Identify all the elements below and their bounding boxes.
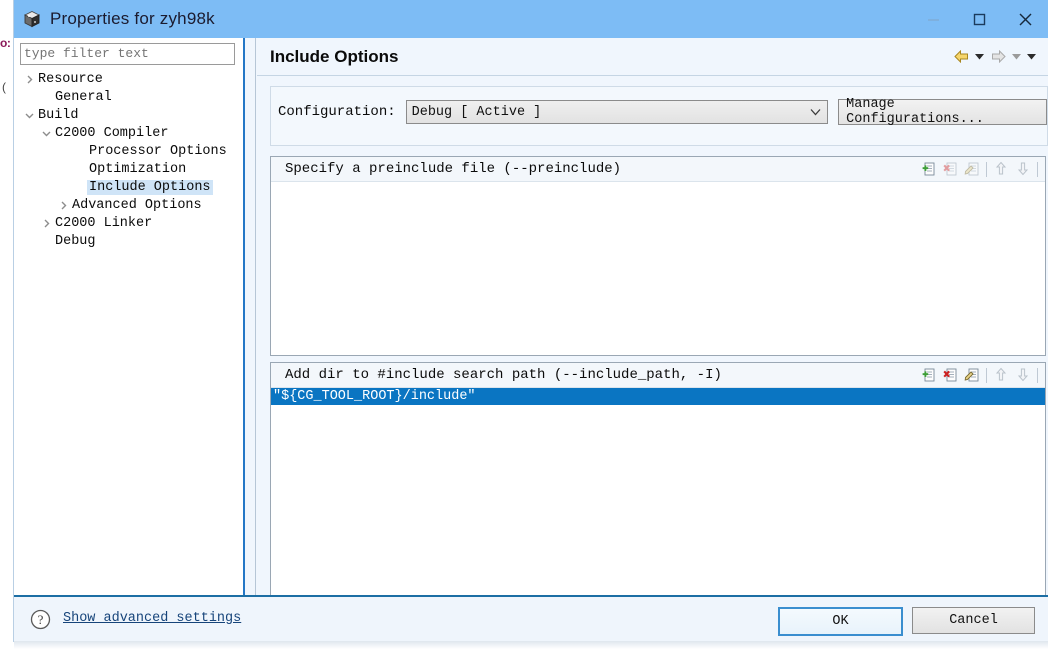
page-nav-icons: [951, 38, 1038, 75]
move-down-icon: [1013, 365, 1033, 385]
minimize-icon[interactable]: [910, 0, 956, 38]
cancel-button[interactable]: Cancel: [912, 607, 1035, 634]
sidebar-item-general[interactable]: General: [14, 88, 243, 106]
pane-sash[interactable]: [243, 38, 257, 597]
include-path-header: Add dir to #include search path (--inclu…: [271, 363, 1045, 388]
chevron-right-icon[interactable]: [22, 75, 36, 84]
manage-configurations-button[interactable]: Manage Configurations...: [838, 97, 1047, 127]
forward-dropdown-caret-down-icon: [1010, 46, 1023, 68]
delete-icon: [940, 159, 960, 179]
sidebar-item-label: Include Options: [87, 179, 213, 195]
page-menu-caret-down-icon[interactable]: [1025, 46, 1038, 68]
dialog-footer: ? Show advanced settings OK Cancel: [14, 595, 1048, 641]
window-title: Properties for zyh98k: [50, 9, 215, 28]
configuration-label: Configuration:: [278, 104, 396, 120]
sidebar-item-c2000-compiler[interactable]: C2000 Compiler: [14, 124, 243, 142]
svg-text:?: ?: [37, 612, 43, 627]
toolbar-separator: [986, 161, 987, 177]
preinclude-list[interactable]: [271, 182, 1045, 355]
edit-icon: [962, 159, 982, 179]
sidebar-item-label: General: [55, 89, 112, 105]
sidebar-item-label: C2000 Linker: [55, 215, 153, 231]
sidebar-item-label: Resource: [38, 71, 103, 87]
background-text-2: (: [2, 80, 6, 94]
chevron-right-icon[interactable]: [56, 201, 70, 210]
move-up-icon: [991, 159, 1011, 179]
background-text-1: o:: [0, 36, 11, 50]
screen: o: ( Properties for zyh98k type filter t…: [0, 0, 1048, 649]
configuration-group: Configuration: Debug [ Active ] Manage C…: [270, 86, 1048, 146]
chevron-down-icon[interactable]: [22, 111, 36, 120]
sidebar-item-label: Debug: [55, 233, 96, 249]
back-arrow-icon[interactable]: [951, 46, 971, 68]
content-pane: Include Options Configuration: Debug [A…: [257, 38, 1048, 618]
close-icon[interactable]: [1002, 0, 1048, 38]
forward-arrow-icon: [988, 46, 1008, 68]
configuration-select[interactable]: Debug [ Active ]: [405, 100, 829, 124]
toolbar-separator: [986, 367, 987, 383]
sash-line-secondary: [255, 38, 256, 597]
sidebar-item-label: C2000 Compiler: [55, 125, 169, 141]
add-icon[interactable]: [918, 365, 938, 385]
include-path-header-label: Add dir to #include search path (--inclu…: [285, 367, 722, 383]
sidebar-item-c2000-linker[interactable]: C2000 Linker: [14, 214, 243, 232]
sidebar-item-processor-options[interactable]: Processor Options: [14, 142, 243, 160]
toolbar-separator: [1037, 367, 1038, 383]
sidebar-item-optimization[interactable]: Optimization: [14, 160, 243, 178]
include-path-section: Add dir to #include search path (--inclu…: [270, 362, 1046, 618]
toolbar-separator: [1037, 161, 1038, 177]
settings-tree-pane: Resource General Build C2000 Compiler Proces…: [14, 38, 244, 597]
settings-tree: Resource General Build C2000 Compiler Proces…: [14, 70, 243, 250]
delete-icon[interactable]: [940, 365, 960, 385]
list-item[interactable]: "${CG_TOOL_ROOT}/include": [271, 388, 1045, 405]
chevron-right-icon[interactable]: [39, 219, 53, 228]
include-path-list[interactable]: "${CG_TOOL_ROOT}/include": [271, 388, 1045, 617]
move-up-icon: [991, 365, 1011, 385]
sidebar-item-label: Build: [38, 107, 79, 123]
dialog-body: Resource General Build C2000 Compiler Proces…: [14, 38, 1048, 618]
preinclude-toolbar: [918, 158, 1040, 180]
page-header: Include Options: [257, 38, 1048, 76]
sidebar-item-label: Advanced Options: [72, 197, 202, 213]
sidebar-item-advanced-options[interactable]: Advanced Options: [14, 196, 243, 214]
cube-icon: [22, 9, 42, 29]
background-app-strip: o: (: [0, 0, 14, 649]
configuration-selected-value: Debug [ Active ]: [411, 104, 542, 120]
chevron-down-icon: [810, 101, 821, 123]
sidebar-item-label: Processor Options: [89, 143, 227, 159]
page-title: Include Options: [270, 46, 399, 66]
sidebar-item-build[interactable]: Build: [14, 106, 243, 124]
window-shadow: [14, 641, 1048, 649]
add-icon[interactable]: [918, 159, 938, 179]
window-controls: [910, 0, 1048, 38]
show-advanced-settings-link[interactable]: Show advanced settings: [63, 611, 241, 626]
include-path-toolbar: [918, 364, 1040, 386]
properties-dialog: Properties for zyh98k type filter text R…: [14, 0, 1048, 641]
preinclude-section: Specify a preinclude file (--preinclude): [270, 156, 1046, 356]
sidebar-item-label: Optimization: [89, 161, 187, 177]
preinclude-header: Specify a preinclude file (--preinclude): [271, 157, 1045, 182]
ok-button[interactable]: OK: [778, 607, 903, 636]
chevron-down-icon[interactable]: [39, 129, 53, 138]
sidebar-item-include-options[interactable]: Include Options: [14, 178, 243, 196]
footer-buttons: OK Cancel: [778, 607, 1035, 636]
back-dropdown-caret-down-icon[interactable]: [973, 46, 986, 68]
sash-line: [243, 38, 245, 597]
filter-input[interactable]: [20, 43, 235, 65]
edit-icon[interactable]: [962, 365, 982, 385]
maximize-icon[interactable]: [956, 0, 1002, 38]
sidebar-item-resource[interactable]: Resource: [14, 70, 243, 88]
preinclude-header-label: Specify a preinclude file (--preinclude): [285, 161, 622, 177]
help-question-icon[interactable]: ?: [29, 608, 51, 630]
configuration-row: Configuration: Debug [ Active ] Manage C…: [278, 97, 1047, 127]
move-down-icon: [1013, 159, 1033, 179]
sidebar-item-debug[interactable]: Debug: [14, 232, 243, 250]
title-bar: Properties for zyh98k: [14, 0, 1048, 38]
